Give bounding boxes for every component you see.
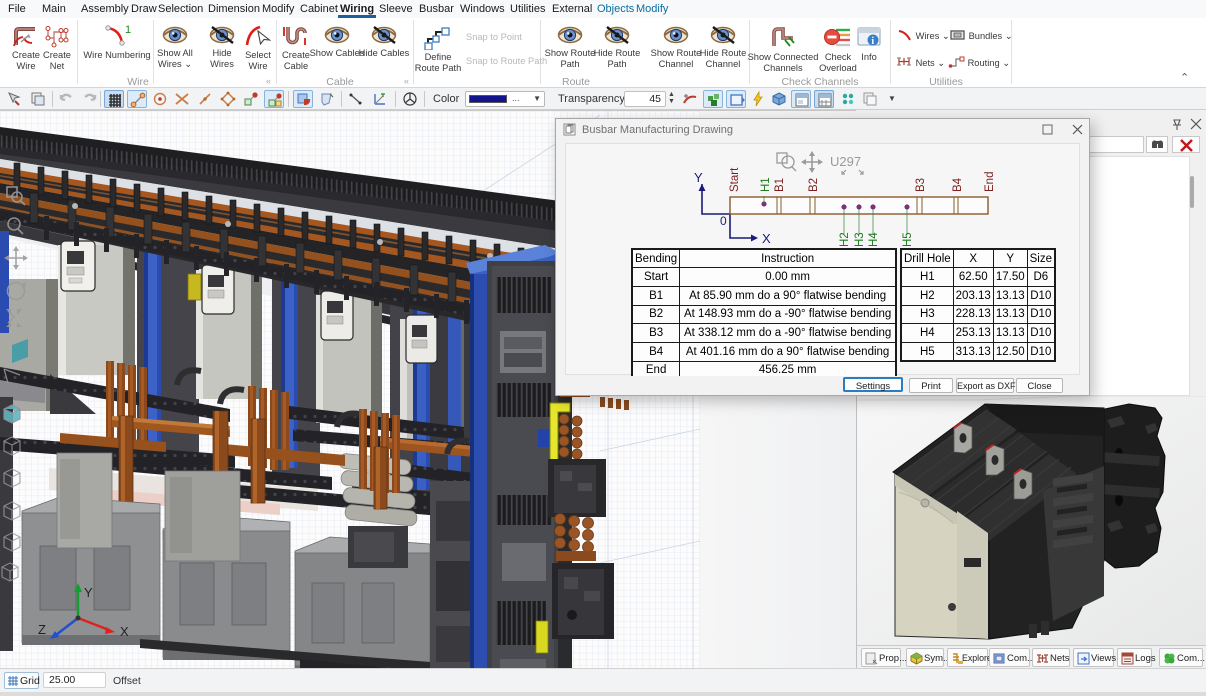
svg-text:H5: H5: [902, 232, 914, 247]
svg-text:X: X: [120, 624, 129, 639]
svg-text:Start: Start: [729, 167, 741, 192]
svg-text:B2: B2: [808, 178, 820, 192]
svg-text:End: End: [984, 172, 996, 192]
svg-text:H2: H2: [839, 232, 851, 247]
svg-text:B1: B1: [774, 178, 786, 192]
svg-text:Z: Z: [38, 622, 46, 637]
svg-text:i: i: [871, 36, 874, 47]
svg-text:Y: Y: [84, 585, 93, 600]
svg-text:H4: H4: [868, 232, 880, 247]
svg-text:H3: H3: [854, 232, 866, 247]
svg-text:B4: B4: [952, 177, 964, 192]
svg-text:U297: U297: [830, 154, 861, 169]
svg-text:B3: B3: [915, 178, 927, 192]
svg-text:X: X: [762, 231, 771, 246]
svg-text:0: 0: [720, 214, 727, 228]
svg-text:1: 1: [125, 24, 131, 36]
svg-text:H1: H1: [760, 177, 772, 192]
svg-text:Y: Y: [694, 170, 703, 185]
